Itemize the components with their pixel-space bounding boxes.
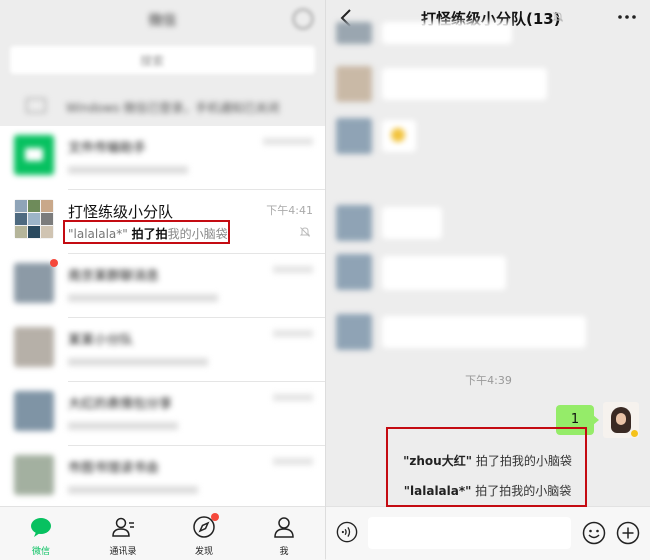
chat-item[interactable]: 市图书馆读书会 xyxy=(0,446,325,510)
chat-bubble-icon xyxy=(31,518,51,537)
tab-contacts[interactable]: 通讯录 xyxy=(93,511,153,559)
chat-time xyxy=(263,138,313,145)
tab-label: 微信 xyxy=(31,547,50,557)
search-bar[interactable]: 搜索 xyxy=(10,46,315,74)
chat-list-header: 微信 xyxy=(0,0,325,36)
chat-time xyxy=(273,394,313,401)
tab-label: 发现 xyxy=(194,547,213,557)
unread-dot xyxy=(50,259,58,267)
desktop-login-banner[interactable]: Windows 微信已登录，手机通知已关闭 xyxy=(0,88,325,124)
message-bubble[interactable] xyxy=(382,256,506,290)
contacts-icon xyxy=(112,517,134,537)
add-icon[interactable] xyxy=(293,9,313,29)
bottom-tab-bar: 微信 通讯录 发现 我 xyxy=(0,506,325,560)
app-title: 微信 xyxy=(148,13,177,29)
chat-item[interactable]: 南京某群聊消息 xyxy=(0,254,325,318)
group-avatar xyxy=(14,391,54,431)
chat-time xyxy=(273,266,313,273)
message-input[interactable] xyxy=(368,517,571,549)
chat-list-pane: 微信 搜索 Windows 微信已登录，手机通知已关闭 文件传输助手 打怪练级小… xyxy=(0,0,325,560)
voice-icon[interactable] xyxy=(336,521,358,543)
plus-icon[interactable] xyxy=(616,521,640,545)
chat-preview xyxy=(68,486,198,494)
chat-name: 打怪练级小分队 xyxy=(68,203,174,221)
avatar xyxy=(336,314,372,350)
chat-name: 大红的表情包分享 xyxy=(68,397,173,412)
emoji-icon[interactable] xyxy=(582,521,606,545)
folder-icon xyxy=(14,135,54,175)
more-options-icon[interactable] xyxy=(617,12,637,22)
chat-time xyxy=(273,458,313,465)
chat-preview xyxy=(68,358,208,366)
chat-time: 下午4:41 xyxy=(266,204,313,217)
my-avatar[interactable] xyxy=(603,402,639,438)
chat-preview xyxy=(68,166,188,174)
time-stamp: 下午4:39 xyxy=(465,374,512,387)
message-bubble[interactable] xyxy=(382,22,512,44)
search-placeholder: 搜索 xyxy=(140,54,165,68)
highlight-box xyxy=(63,220,230,244)
avatar xyxy=(336,118,372,154)
highlight-box xyxy=(386,427,587,507)
mute-bell-icon xyxy=(552,12,564,22)
message-bubble[interactable] xyxy=(382,120,416,152)
group-avatar xyxy=(14,263,54,303)
tab-label: 通讯录 xyxy=(109,547,137,557)
chat-item[interactable]: 某某小分队 xyxy=(0,318,325,382)
login-banner-text: Windows 微信已登录，手机通知已关闭 xyxy=(66,101,280,115)
person-icon xyxy=(274,517,294,538)
group-avatar xyxy=(14,327,54,367)
input-bar xyxy=(326,506,650,560)
chat-time xyxy=(273,330,313,337)
avatar xyxy=(336,254,372,290)
message-bubble[interactable] xyxy=(382,207,442,239)
group-avatar xyxy=(14,199,54,239)
tab-discover[interactable]: 发现 xyxy=(174,511,234,559)
message-bubble[interactable] xyxy=(382,68,547,100)
chat-name: 某某小分队 xyxy=(68,333,134,348)
tab-label: 我 xyxy=(279,547,289,557)
group-avatar xyxy=(14,455,54,495)
avatar xyxy=(336,205,372,241)
chat-preview xyxy=(68,294,218,302)
mute-bell-icon xyxy=(299,227,311,237)
avatar xyxy=(336,22,372,44)
my-message-text: 1 xyxy=(570,412,580,427)
emoji-sticker xyxy=(391,128,405,142)
chat-preview xyxy=(68,422,178,430)
tab-me[interactable]: 我 xyxy=(254,511,314,559)
chat-name: 市图书馆读书会 xyxy=(68,461,160,476)
chat-name: 南京某群聊消息 xyxy=(68,269,160,284)
chat-name: 文件传输助手 xyxy=(68,141,147,156)
tab-chats[interactable]: 微信 xyxy=(11,511,71,559)
discover-badge xyxy=(211,513,219,521)
chat-item-file-transfer[interactable]: 文件传输助手 xyxy=(0,126,325,190)
avatar xyxy=(336,66,372,102)
monitor-icon xyxy=(26,98,46,113)
message-bubble[interactable] xyxy=(382,316,586,348)
chat-item[interactable]: 大红的表情包分享 xyxy=(0,382,325,446)
